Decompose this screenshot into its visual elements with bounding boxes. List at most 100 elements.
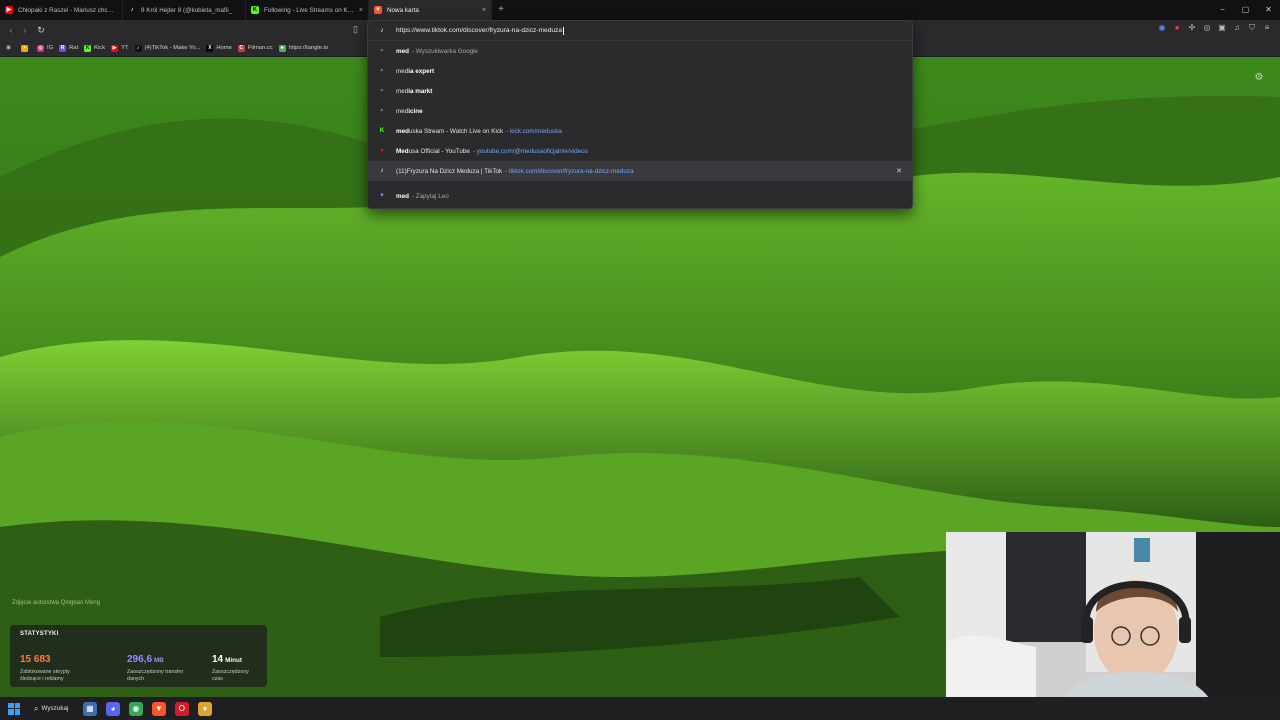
search-icon: ⌕	[380, 107, 384, 114]
bookmark-rat[interactable]: R Rat	[59, 44, 79, 52]
suggestion-youtube-medusa[interactable]: ● Medusa Official - YouTube - youtube.com…	[368, 141, 912, 161]
extension-puzzle-icon[interactable]: ✣	[1187, 23, 1197, 33]
address-input[interactable]: https://www.tiktok.com/discover/fryzura-…	[396, 27, 562, 34]
tiktok-icon: ♪	[134, 44, 142, 52]
sidebar-icon[interactable]: ▣	[1217, 23, 1227, 33]
reload-icon[interactable]: ↻	[34, 20, 48, 40]
suggestion-source: - Zapytaj Leo	[411, 192, 449, 200]
suggestion-google-search[interactable]: ⌕ med - Wyszukiwarka Google	[368, 41, 912, 61]
record-icon[interactable]: ●	[1172, 23, 1182, 33]
bookmark-apps[interactable]: ⊞	[5, 45, 15, 52]
address-bar[interactable]: ♪ https://www.tiktok.com/discover/fryzur…	[368, 21, 912, 41]
close-tab-icon[interactable]: ×	[482, 7, 486, 14]
kick-icon: K	[84, 44, 92, 52]
leo-icon: ✦	[379, 192, 385, 199]
suggestion-typed: med	[396, 87, 409, 95]
minimize-button[interactable]: −	[1211, 0, 1234, 20]
suggestion-title: (11)Fryzura Na Dzicz Meduza | TikTok	[396, 167, 503, 175]
tab-kick[interactable]: K Following - Live Streams on Kick ×	[246, 0, 369, 20]
suggestion-match: Med	[396, 147, 409, 155]
suggestion-ask-leo[interactable]: ✦ med - Zapytaj Leo	[368, 186, 912, 206]
bookmark-filman[interactable]: C Filman.cc	[237, 44, 273, 52]
webcam-person-image	[946, 532, 1280, 720]
suggestion-tiktok-history[interactable]: ♪ (11)Fryzura Na Dzicz Meduza | TikTok - …	[368, 161, 912, 181]
tab-label: Following - Live Streams on Kick	[264, 6, 355, 14]
bookmark-yt[interactable]: ▶ YT	[111, 44, 129, 52]
suggestion-completion: ia markt	[408, 87, 433, 95]
tab-label: 8 Król Hejter 8 (@kobieta_mafii_	[141, 6, 233, 14]
maximize-button[interactable]: ▢	[1234, 0, 1257, 20]
close-tab-icon[interactable]: ×	[359, 7, 363, 14]
tab-tiktok[interactable]: ♪ 8 Król Hejter 8 (@kobieta_mafii_	[123, 0, 246, 20]
stat-unit: MB	[154, 657, 164, 664]
taskbar-search-label: Wyszukaj	[41, 705, 69, 712]
suggestion-media-markt[interactable]: ⌕ media markt	[368, 81, 912, 101]
file-explorer-icon[interactable]: ▦	[82, 701, 97, 716]
back-icon[interactable]: ‹	[4, 20, 18, 40]
tiktok-icon: ♪	[380, 167, 384, 174]
brave-icon: ▼	[374, 6, 382, 14]
bookmark-tangle[interactable]: ♣ https://tangle.io	[278, 44, 328, 52]
screen: Zdjęcie autorstwa Qingbao Meng ⚙ ▶ Chłop…	[0, 0, 1280, 720]
bookmark-icon: ▪	[21, 44, 28, 52]
bookmark-kick[interactable]: K Kick	[84, 44, 106, 52]
suggestion-url: - tiktok.com/discover/fryzura-na-dzicz-m…	[505, 167, 634, 175]
taskbar-search[interactable]: ⌕ Wyszukaj	[34, 704, 68, 714]
shield-icon[interactable]: ⛉	[1247, 23, 1257, 33]
tiktok-icon: ♪	[128, 6, 136, 14]
suggestion-query: med	[396, 47, 409, 55]
suggestion-completion: ia expert	[408, 67, 435, 75]
opera-icon[interactable]: O	[174, 701, 189, 716]
bookmark-x-home[interactable]: X Home	[206, 44, 232, 52]
stat-description: Zaoszczędzony transfer danych	[127, 669, 184, 682]
suggestion-source: - Wyszukiwarka Google	[411, 47, 479, 55]
windows-start-icon[interactable]	[8, 702, 20, 715]
suggestion-query: med	[396, 192, 409, 200]
bookmark-label: Kick	[94, 45, 106, 51]
new-tab-button[interactable]: +	[492, 0, 510, 20]
stat-time-saved: 14 Minut Zaoszczędzony czas	[212, 649, 257, 683]
app-icon[interactable]: ♦	[197, 701, 212, 716]
media-icon[interactable]: ♫	[1232, 23, 1242, 33]
tab-youtube[interactable]: ▶ Chłopaki z Raszei - Mariusz chce zap	[0, 0, 123, 20]
chrome-icon[interactable]: ◉	[128, 701, 143, 716]
discord-icon[interactable]: ◕	[105, 701, 120, 716]
wallpaper-credit[interactable]: Zdjęcie autorstwa Qingbao Meng	[12, 600, 100, 606]
instagram-icon: ◎	[37, 44, 44, 52]
window-controls: − ▢ ✕	[1211, 0, 1280, 20]
audio-icon[interactable]: ◉	[1157, 23, 1167, 33]
close-window-button[interactable]: ✕	[1257, 0, 1280, 20]
bookmark-folder[interactable]: ▪	[21, 44, 31, 52]
suggestion-title: usa Official - YouTube	[408, 147, 470, 155]
bookmark-ig[interactable]: ◎ IG	[37, 44, 53, 52]
discord-ext-icon[interactable]: ◎	[1202, 23, 1212, 33]
webcam-overlay	[946, 532, 1280, 720]
brave-icon[interactable]: ▼	[151, 701, 166, 716]
extension-icons: ◉ ● ✣ ◎ ▣ ♫ ⛉ ≡	[1157, 23, 1272, 33]
tiktok-icon: ♪	[380, 26, 384, 34]
stats-title: STATYSTYKI	[20, 631, 59, 637]
bookmark-label: Home	[216, 45, 232, 51]
customize-gear-icon[interactable]: ⚙	[1253, 72, 1265, 84]
youtube-icon: ●	[380, 147, 384, 154]
menu-icon[interactable]: ≡	[1262, 23, 1272, 33]
remove-suggestion-close-icon[interactable]: ✕	[896, 167, 902, 175]
bookmark-tiktok[interactable]: ♪ (4)TikTok - Make Yo...	[134, 44, 200, 52]
suggestion-typed: med	[396, 107, 409, 115]
suggestion-medicine[interactable]: ⌕ medicine	[368, 101, 912, 121]
rat-icon: R	[59, 44, 67, 52]
suggestion-url: - kick.com/meduska	[506, 127, 562, 135]
bookmark-label: Rat	[69, 45, 79, 51]
stat-unit: Minut	[225, 657, 242, 664]
suggestion-media-expert[interactable]: ⌕ media expert	[368, 61, 912, 81]
apps-grid-icon: ⊞	[6, 44, 11, 51]
forward-icon[interactable]: ›	[18, 20, 32, 40]
search-icon: ⌕	[380, 67, 384, 74]
suggestion-kick-meduska[interactable]: K meduska Stream - Watch Live on Kick - k…	[368, 121, 912, 141]
filman-icon: C	[237, 44, 245, 52]
stat-bandwidth-saved: 296,6 MB Zaoszczędzony transfer danych	[127, 649, 197, 683]
bookmark-page-icon[interactable]: ▯	[353, 24, 363, 36]
stat-value: 15 683	[20, 654, 51, 665]
tab-new-tab[interactable]: ▼ Nowa karta ×	[369, 0, 492, 20]
stat-description: Zaoszczędzony czas	[212, 669, 249, 682]
